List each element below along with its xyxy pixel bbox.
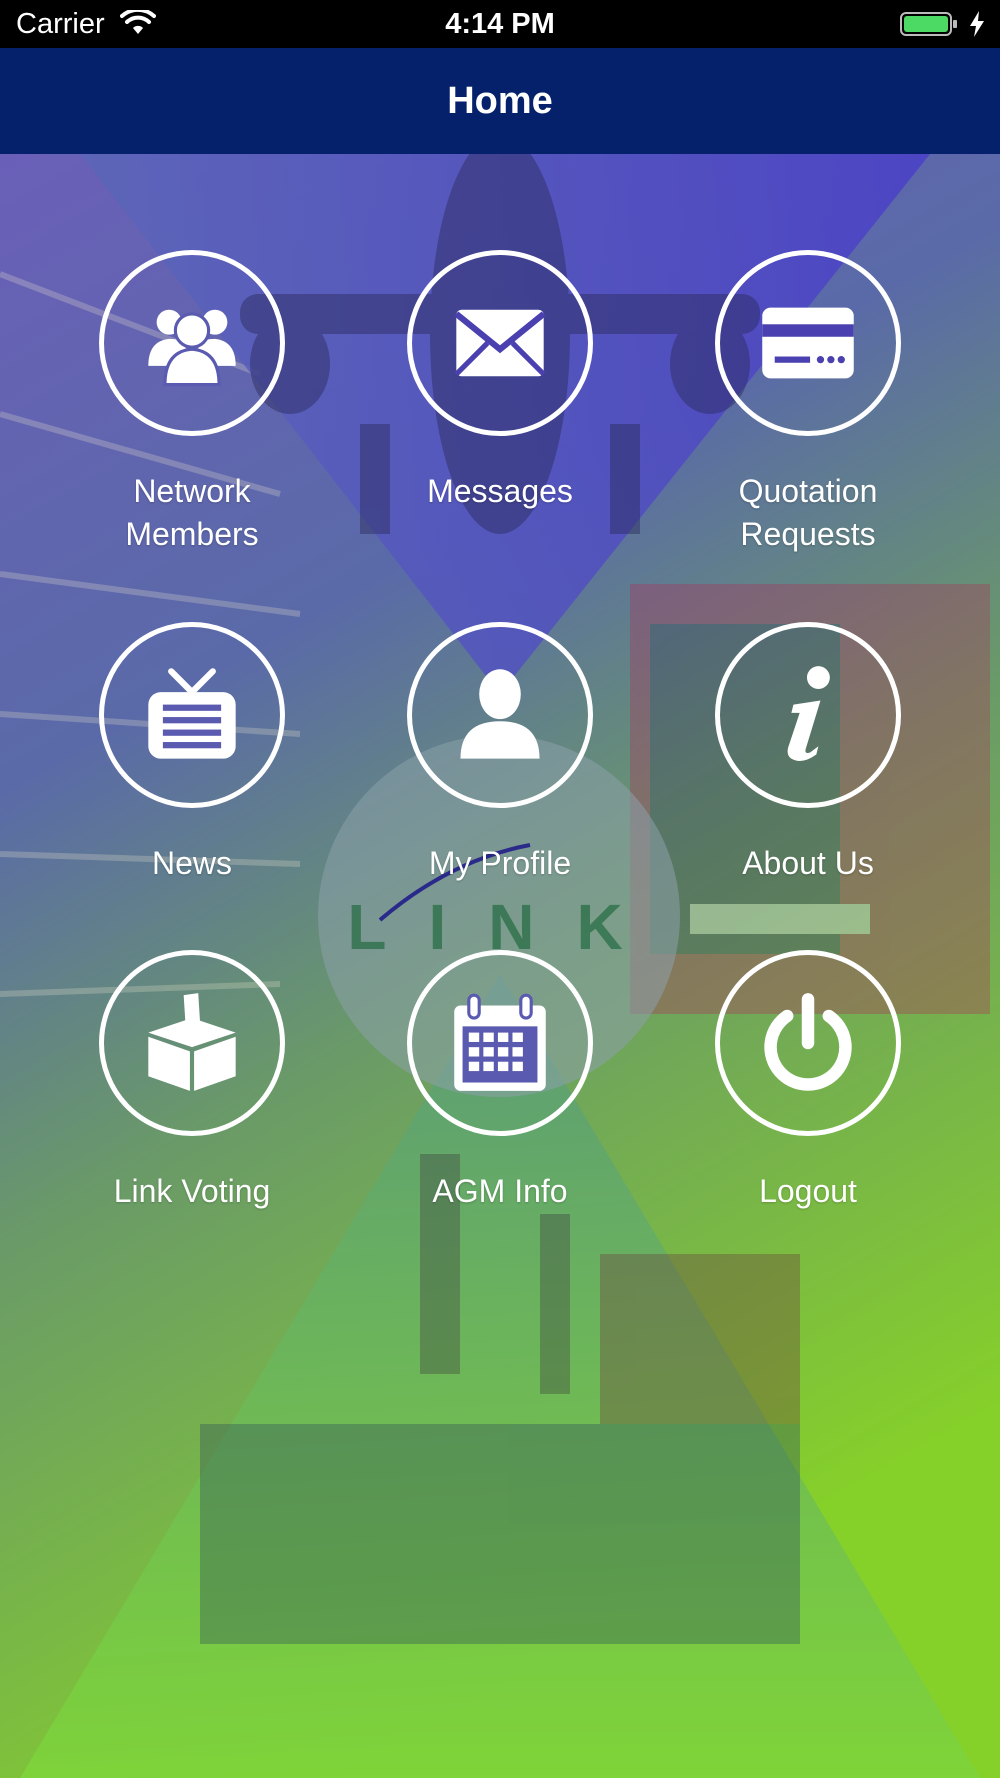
tile-circle[interactable] [407,950,593,1136]
tile-circle[interactable] [99,950,285,1136]
tile-label: AGM Info [432,1173,568,1209]
tile-circle[interactable] [715,250,901,436]
about-us-button[interactable]: About Us [658,622,958,885]
agm-info-button[interactable]: AGM Info [350,950,650,1213]
tile-label: Quotation Requests [738,473,878,552]
link-voting-button[interactable]: Link Voting [42,950,342,1213]
tile-label: Network Members [125,473,259,552]
card-icon [762,307,854,379]
tile-label: Link Voting [113,1173,271,1209]
status-bar: Carrier 4:14 PM [0,0,1000,48]
tile-label: Messages [427,473,573,509]
person-icon [460,669,540,759]
calendar-icon [454,993,546,1091]
messages-button[interactable]: Messages [350,250,650,513]
page-title: Home [447,80,553,122]
tile-circle[interactable] [99,250,285,436]
tv-icon [148,668,236,759]
tile-circle[interactable] [407,622,593,808]
info-icon [787,666,830,762]
navigation-bar: Home [0,48,1000,154]
my-profile-button[interactable]: My Profile [350,622,650,885]
ballot-box-icon [148,993,236,1091]
tile-circle[interactable] [407,250,593,436]
power-icon [764,993,852,1091]
battery-icon [900,12,957,36]
network-members-button[interactable]: Network Members [42,250,342,556]
quotation-requests-button[interactable]: Quotation Requests [658,250,958,556]
envelope-icon [454,309,546,377]
tile-circle[interactable] [715,950,901,1136]
tile-circle[interactable] [99,622,285,808]
tile-label: My Profile [428,845,572,881]
group-icon [148,309,236,387]
tile-label: News [151,845,232,881]
news-button[interactable]: News [42,622,342,885]
charging-icon [970,11,984,37]
tile-label: About Us [742,845,874,881]
status-time: 4:14 PM [445,8,555,40]
tile-circle[interactable] [715,622,901,808]
logout-button[interactable]: Logout [658,950,958,1213]
tile-label: Logout [759,1173,857,1209]
